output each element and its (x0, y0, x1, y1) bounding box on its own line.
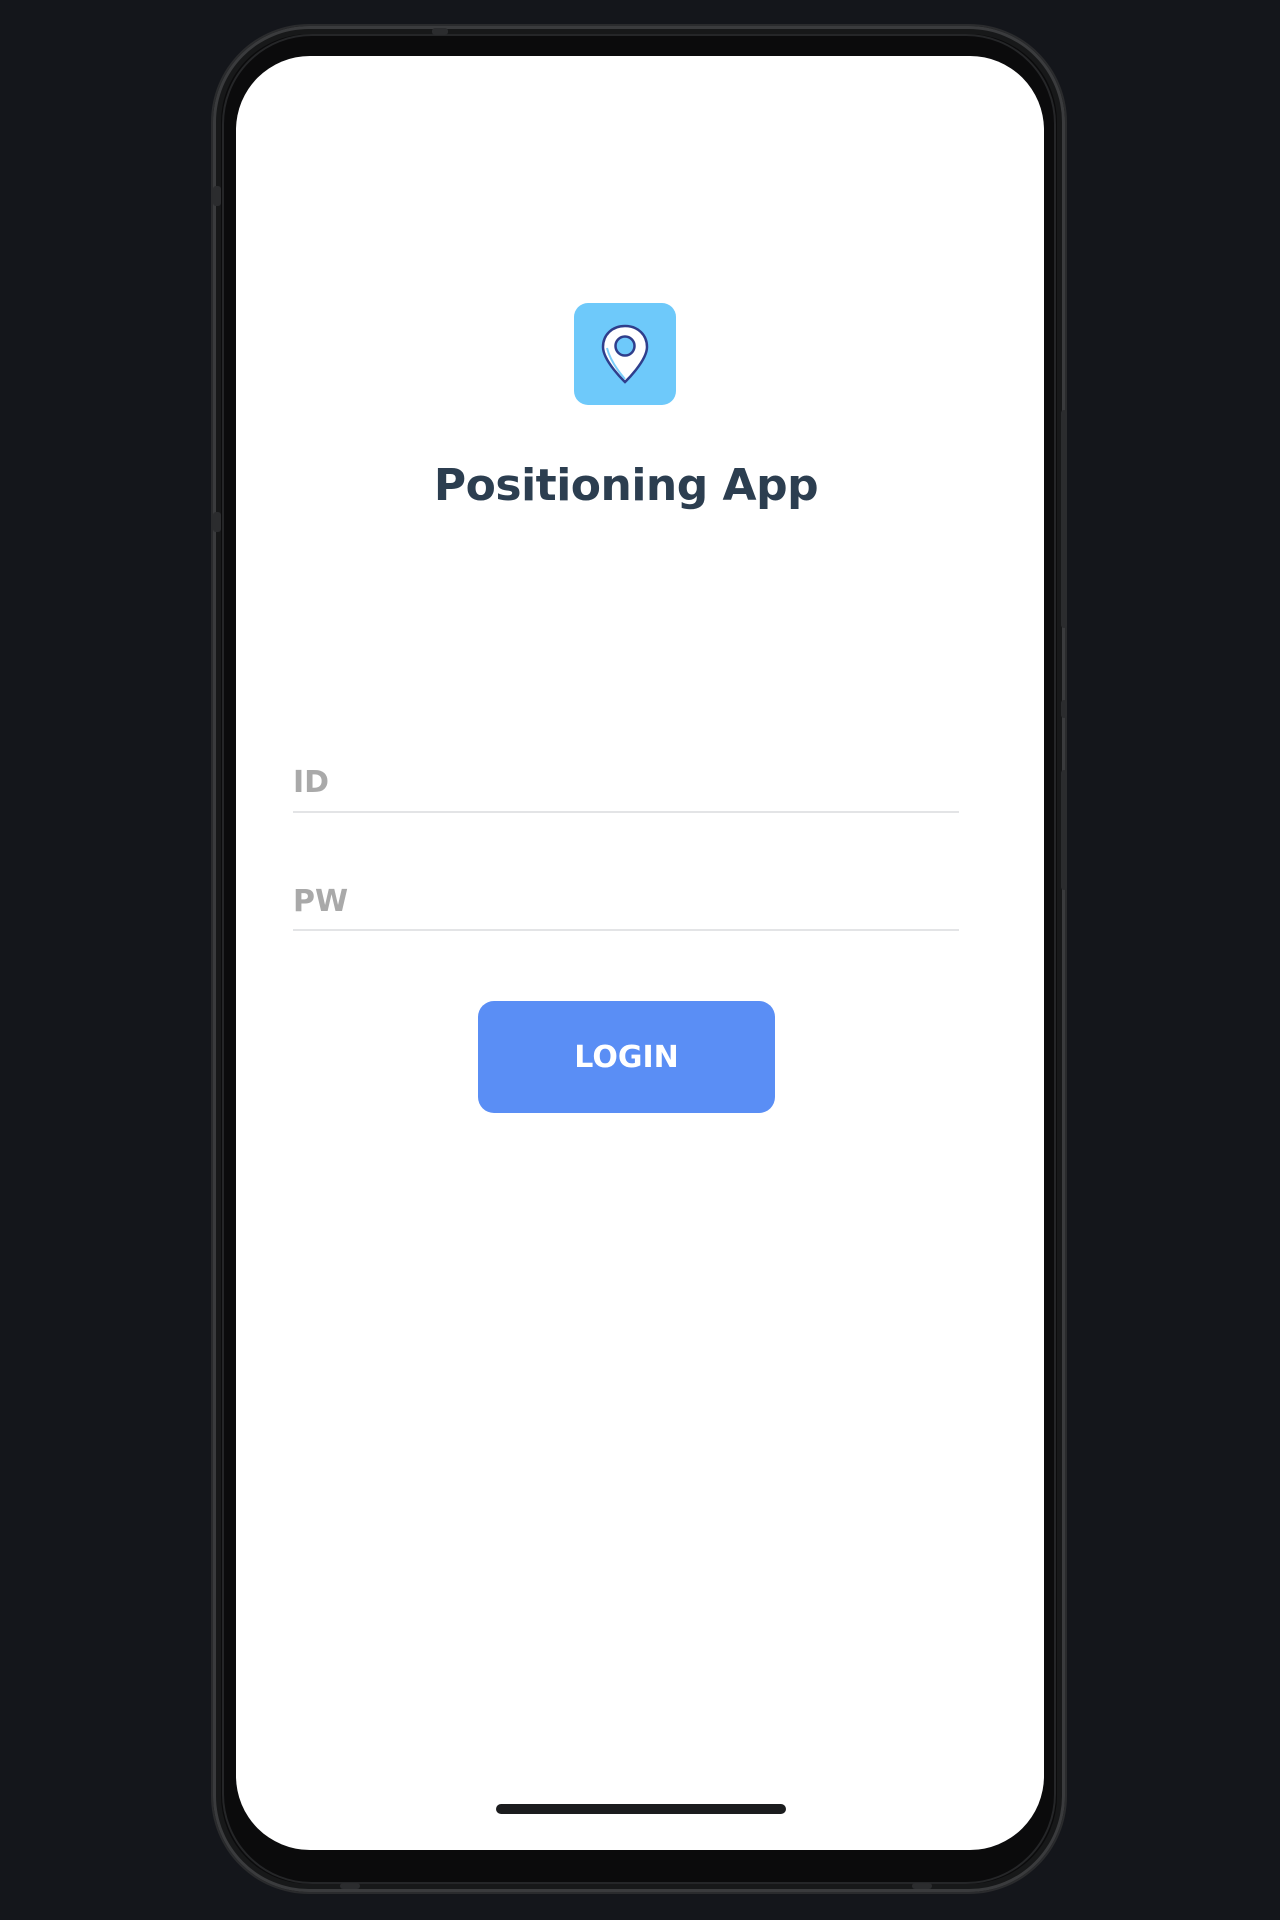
stage: Positioning App LOGIN (0, 0, 1280, 1920)
phone-bottom-port (340, 1883, 360, 1889)
phone-side-button (1061, 700, 1067, 718)
id-input[interactable] (293, 752, 959, 812)
phone-side-button (213, 512, 221, 532)
login-button[interactable]: LOGIN (478, 1001, 775, 1113)
app-title: Positioning App (433, 460, 819, 511)
id-underline (293, 811, 959, 813)
phone-bottom-port (912, 1883, 932, 1889)
volume-button (1061, 410, 1067, 628)
app-logo (574, 303, 676, 405)
phone-screen: Positioning App LOGIN (236, 56, 1044, 1850)
password-underline (293, 929, 959, 931)
password-input[interactable] (293, 871, 959, 931)
phone-side-button (213, 186, 221, 206)
power-button (1061, 770, 1067, 890)
home-indicator[interactable] (496, 1804, 786, 1814)
location-pin-icon (601, 324, 649, 384)
phone-top-sensor (432, 28, 448, 35)
